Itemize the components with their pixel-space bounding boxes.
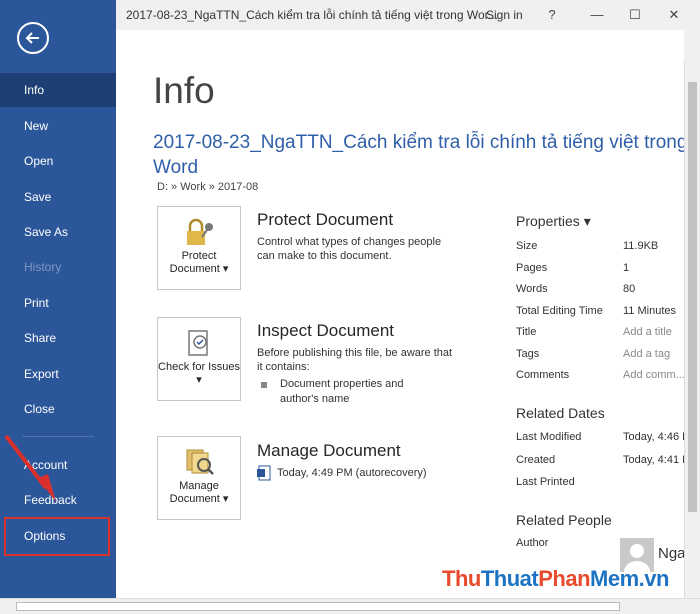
prop-label: Total Editing Time bbox=[516, 305, 603, 317]
bullet-icon bbox=[261, 382, 267, 388]
page-title: Info bbox=[153, 70, 215, 111]
document-name-link[interactable]: 2017-08-23_NgaTTN_Cách kiểm tra lỗi chín… bbox=[153, 130, 684, 180]
check-for-issues-button[interactable]: Check for Issues ▾ bbox=[157, 317, 241, 401]
close-icon[interactable]: ✕ bbox=[662, 4, 686, 26]
red-arrow-annotation bbox=[4, 434, 56, 502]
inspect-item: Document properties and author's name bbox=[280, 378, 404, 405]
watermark: ThuThuatPhanMem.vn bbox=[442, 566, 669, 592]
nav-share[interactable]: Share bbox=[0, 321, 116, 355]
tags-field[interactable]: Add a tag bbox=[623, 348, 670, 360]
author-name[interactable]: Nga bbox=[658, 545, 684, 562]
document-path[interactable]: D: » Work » 2017-08 bbox=[157, 181, 258, 193]
nav-open[interactable]: Open bbox=[0, 144, 116, 178]
lock-key-icon bbox=[187, 218, 213, 245]
manage-document-label: Manage Document ▾ bbox=[169, 480, 229, 505]
maximize-icon[interactable]: ☐ bbox=[623, 4, 647, 26]
sign-in-link[interactable]: Sign in bbox=[486, 8, 523, 22]
watermark-part: .vn bbox=[638, 566, 670, 591]
checklist-icon bbox=[188, 330, 208, 356]
protect-document-desc: Control what types of changes people can… bbox=[257, 236, 442, 262]
nav-save-as[interactable]: Save As bbox=[0, 215, 116, 249]
minimize-icon[interactable]: — bbox=[585, 4, 609, 26]
manage-document-button[interactable]: Manage Document ▾ bbox=[157, 436, 241, 520]
comments-field[interactable]: Add comm... bbox=[623, 369, 684, 381]
horizontal-scrollbar[interactable] bbox=[0, 598, 700, 614]
info-panel: Info 2017-08-23_NgaTTN_Cách kiểm tra lỗi… bbox=[116, 30, 684, 598]
nav-info[interactable]: Info bbox=[0, 73, 116, 107]
help-icon[interactable]: ? bbox=[540, 4, 564, 26]
word-document-icon bbox=[257, 465, 271, 481]
title-bar: 2017-08-23_NgaTTN_Cách kiểm tra lỗi chín… bbox=[116, 0, 700, 30]
prop-value: 80 bbox=[623, 283, 636, 295]
options-highlight-box bbox=[4, 517, 110, 556]
back-arrow-icon bbox=[25, 32, 39, 44]
nav-print[interactable]: Print bbox=[0, 286, 116, 320]
scroll-thumb[interactable] bbox=[16, 602, 620, 611]
inspect-document-desc: Before publishing this file, be aware th… bbox=[257, 347, 453, 373]
date-value: Today, 4:46 P bbox=[623, 431, 684, 443]
vertical-scrollbar[interactable] bbox=[684, 62, 700, 598]
protect-document-button[interactable]: Protect Document ▾ bbox=[157, 206, 241, 290]
autorecovery-version-link[interactable]: Today, 4:49 PM (autorecovery) bbox=[277, 467, 427, 479]
nav-save[interactable]: Save bbox=[0, 180, 116, 214]
date-label: Created bbox=[516, 454, 556, 466]
prop-label: Size bbox=[516, 240, 538, 252]
date-label: Last Printed bbox=[516, 476, 575, 488]
prop-value: 11 Minutes bbox=[623, 305, 676, 317]
related-people-heading: Related People bbox=[516, 512, 612, 528]
nav-export[interactable]: Export bbox=[0, 357, 116, 391]
watermark-part: Thu bbox=[442, 566, 481, 591]
prop-label: Tags bbox=[516, 348, 540, 360]
properties-dropdown[interactable]: Properties ▾ bbox=[516, 213, 591, 230]
nav-history: History bbox=[24, 260, 62, 274]
date-label: Last Modified bbox=[516, 431, 582, 443]
watermark-part: Thuat bbox=[480, 566, 539, 591]
prop-value: 1 bbox=[623, 262, 630, 274]
nav-close[interactable]: Close bbox=[0, 392, 116, 426]
date-value: Today, 4:41 P bbox=[623, 454, 684, 466]
author-label: Author bbox=[516, 537, 549, 549]
watermark-part: Mem bbox=[590, 566, 639, 591]
related-dates-heading: Related Dates bbox=[516, 405, 605, 421]
prop-label: Title bbox=[516, 326, 537, 338]
inspect-document-title: Inspect Document bbox=[257, 321, 395, 340]
protect-document-label: Protect Document ▾ bbox=[169, 250, 229, 275]
manage-document-title: Manage Document bbox=[257, 441, 401, 460]
window-title: 2017-08-23_NgaTTN_Cách kiểm tra lỗi chín… bbox=[126, 8, 498, 22]
backstage-sidebar: Info New Open Save Save As History Print… bbox=[0, 0, 116, 598]
check-for-issues-label: Check for Issues ▾ bbox=[158, 361, 240, 386]
protect-document-title: Protect Document bbox=[257, 210, 394, 229]
title-field[interactable]: Add a title bbox=[623, 326, 672, 338]
prop-label: Pages bbox=[516, 262, 548, 274]
prop-label: Words bbox=[516, 283, 548, 295]
watermark-part: Phan bbox=[538, 566, 591, 591]
back-button[interactable] bbox=[17, 22, 49, 54]
prop-label: Comments bbox=[516, 369, 570, 381]
prop-value: 11.9KB bbox=[623, 240, 659, 252]
manage-versions-icon bbox=[186, 449, 214, 475]
scroll-thumb[interactable] bbox=[688, 82, 697, 512]
nav-new[interactable]: New bbox=[0, 109, 116, 143]
